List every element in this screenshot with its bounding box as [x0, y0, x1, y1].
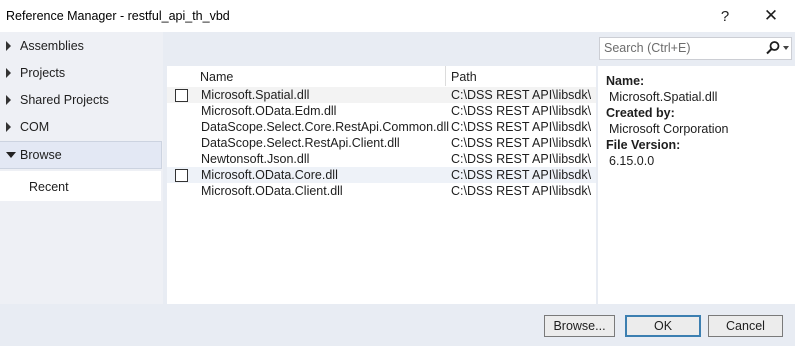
- table-row[interactable]: Microsoft.OData.Edm.dll C:\DSS REST API\…: [167, 103, 596, 119]
- row-name: Newtonsoft.Json.dll: [201, 152, 310, 166]
- include-checkbox[interactable]: [175, 89, 188, 102]
- search-input[interactable]: [600, 38, 759, 57]
- row-path: C:\DSS REST API\libsdk\...: [451, 120, 591, 134]
- created-by-value: Microsoft Corporation: [609, 122, 729, 136]
- name-label: Name:: [606, 74, 645, 88]
- dialog-footer: Browse... OK Cancel: [0, 304, 795, 346]
- reference-list: Name Path Microsoft.Spatial.dll C:\DSS R…: [167, 66, 596, 304]
- expand-arrow-icon[interactable]: [6, 95, 11, 105]
- dialog-body: Assemblies Projects Shared Projects COM …: [0, 32, 795, 304]
- row-name: DataScope.Select.Core.RestApi.Common.dll: [201, 120, 450, 134]
- table-row[interactable]: Microsoft.OData.Client.dll C:\DSS REST A…: [167, 183, 596, 199]
- name-value: Microsoft.Spatial.dll: [609, 90, 718, 104]
- row-path: C:\DSS REST API\libsdk\...: [451, 184, 591, 198]
- column-header-name[interactable]: Name: [200, 70, 233, 84]
- expand-arrow-icon[interactable]: [6, 41, 11, 51]
- row-name: Microsoft.OData.Edm.dll: [201, 104, 337, 118]
- file-version-label: File Version:: [606, 138, 681, 152]
- search-box[interactable]: [599, 37, 792, 60]
- sidebar-item-projects[interactable]: Projects: [0, 60, 161, 86]
- cancel-button[interactable]: Cancel: [708, 315, 783, 337]
- sidebar-item-label: COM: [20, 120, 50, 134]
- window-title: Reference Manager - restful_api_th_vbd: [6, 9, 230, 23]
- sidebar-item-com[interactable]: COM: [0, 114, 161, 140]
- row-path: C:\DSS REST API\libsdk\...: [451, 152, 591, 166]
- browse-button[interactable]: Browse...: [544, 315, 615, 337]
- table-row[interactable]: Microsoft.Spatial.dll C:\DSS REST API\li…: [167, 87, 596, 103]
- title-bar: Reference Manager - restful_api_th_vbd ?…: [0, 0, 795, 32]
- row-name: Microsoft.OData.Client.dll: [201, 184, 343, 198]
- created-by-label: Created by:: [606, 106, 675, 120]
- row-name: DataScope.Select.RestApi.Client.dll: [201, 136, 400, 150]
- sidebar-item-label: Projects: [20, 66, 66, 80]
- sidebar-item-label: Assemblies: [20, 39, 84, 53]
- table-row[interactable]: DataScope.Select.Core.RestApi.Common.dll…: [167, 119, 596, 135]
- file-version-value: 6.15.0.0: [609, 154, 655, 168]
- sidebar-item-assemblies[interactable]: Assemblies: [0, 33, 161, 59]
- expand-arrow-icon[interactable]: [6, 122, 11, 132]
- sidebar: Assemblies Projects Shared Projects COM …: [0, 32, 163, 304]
- row-path: C:\DSS REST API\libsdk\...: [451, 104, 591, 118]
- row-path: C:\DSS REST API\libsdk\...: [451, 168, 591, 182]
- search-icon[interactable]: [764, 40, 782, 56]
- column-divider[interactable]: [445, 66, 446, 86]
- sidebar-item-label: Browse: [20, 148, 62, 162]
- row-path: C:\DSS REST API\libsdk\...: [451, 88, 591, 102]
- search-options-dropdown-icon[interactable]: [783, 46, 789, 50]
- close-button[interactable]: ✕: [756, 5, 786, 27]
- table-row[interactable]: Newtonsoft.Json.dll C:\DSS REST API\libs…: [167, 151, 596, 167]
- help-button[interactable]: ?: [710, 5, 740, 27]
- table-row[interactable]: DataScope.Select.RestApi.Client.dll C:\D…: [167, 135, 596, 151]
- sidebar-item-recent[interactable]: Recent: [0, 171, 161, 201]
- expand-arrow-icon[interactable]: [6, 68, 11, 78]
- sidebar-item-browse[interactable]: Browse: [0, 141, 162, 169]
- row-name: Microsoft.Spatial.dll: [201, 88, 310, 102]
- column-header-path[interactable]: Path: [451, 70, 477, 84]
- ok-button[interactable]: OK: [625, 315, 701, 337]
- collapse-arrow-icon[interactable]: [6, 152, 16, 158]
- sidebar-item-shared-projects[interactable]: Shared Projects: [0, 87, 161, 113]
- table-row[interactable]: Microsoft.OData.Core.dll C:\DSS REST API…: [167, 167, 596, 183]
- row-path: C:\DSS REST API\libsdk\...: [451, 136, 591, 150]
- sidebar-item-label: Shared Projects: [20, 93, 109, 107]
- details-pane: Name: Microsoft.Spatial.dll Created by: …: [598, 66, 795, 304]
- list-header: Name Path: [167, 66, 596, 88]
- sidebar-item-label: Recent: [29, 180, 69, 194]
- include-checkbox[interactable]: [175, 169, 188, 182]
- row-name: Microsoft.OData.Core.dll: [201, 168, 338, 182]
